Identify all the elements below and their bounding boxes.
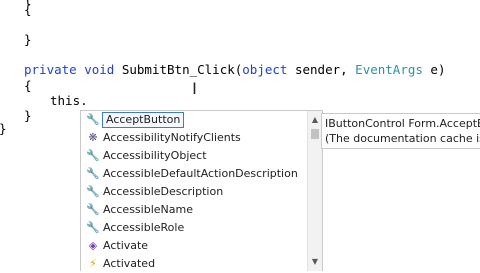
code-line-7[interactable]: } xyxy=(0,121,7,137)
code-line-2[interactable]: } xyxy=(24,32,32,48)
completion-item-label: AccessibleName xyxy=(103,203,193,216)
keyword-void: void xyxy=(84,62,115,77)
completion-item-label: AccessibilityNotifyClients xyxy=(103,131,241,144)
code-line-4[interactable]: { xyxy=(24,78,32,94)
ibeam-cursor-icon: I xyxy=(192,79,197,98)
keyword-object: object xyxy=(242,62,288,77)
wrench-icon: 🔧 xyxy=(86,185,100,198)
completion-item-label: AccessibleDefaultActionDescription xyxy=(103,167,298,180)
completion-list[interactable]: 🔧 AcceptButton ❋ AccessibilityNotifyClie… xyxy=(80,110,323,271)
completion-item-label: AcceptButton xyxy=(102,112,185,128)
completion-item[interactable]: ◈ Activate xyxy=(81,237,307,255)
extension-method-icon: ❋ xyxy=(88,131,98,144)
type-eventargs: EventArgs xyxy=(355,62,423,77)
method-name: SubmitBtn_Click( xyxy=(121,62,243,77)
completion-scrollbar[interactable]: ▲ ▼ xyxy=(307,111,322,271)
quick-info-tooltip: IButtonControl Form.AcceptButt (The docu… xyxy=(321,113,480,149)
code-line-6[interactable]: } xyxy=(24,108,32,124)
wrench-icon: 🔧 xyxy=(86,113,100,126)
code-line-1[interactable]: { xyxy=(24,2,32,18)
wrench-icon: 🔧 xyxy=(86,221,100,234)
completion-item[interactable]: 🔧 AccessibleDescription xyxy=(81,183,307,201)
method-icon: ◈ xyxy=(88,239,98,252)
code-line-3[interactable]: private void SubmitBtn_Click(object send… xyxy=(24,62,445,78)
wrench-icon: 🔧 xyxy=(86,167,100,180)
completion-item[interactable]: ⚡ Activated xyxy=(81,255,307,273)
wrench-icon: 🔧 xyxy=(86,149,100,162)
completion-item[interactable]: ❋ AccessibilityNotifyClients xyxy=(81,129,307,147)
tooltip-signature: IButtonControl Form.AcceptButt xyxy=(325,117,480,130)
keyword-private: private xyxy=(24,62,77,77)
completion-item[interactable]: 🔧 AccessibleRole xyxy=(81,219,307,237)
completion-item[interactable]: 🔧 AccessibleName xyxy=(81,201,307,219)
completion-item-label: AccessibleDescription xyxy=(103,185,224,198)
param-sender: sender, xyxy=(287,62,356,77)
scroll-thumb[interactable] xyxy=(311,129,319,139)
completion-item[interactable]: 🔧 AcceptButton xyxy=(81,111,307,129)
scroll-down-arrow-icon[interactable]: ▼ xyxy=(310,257,320,267)
completion-item-label: Activate xyxy=(103,239,149,252)
wrench-icon: 🔧 xyxy=(86,203,100,216)
completion-item-label: Activated xyxy=(103,257,156,270)
param-e: e) xyxy=(422,62,446,77)
code-line-5[interactable]: this. xyxy=(50,93,88,109)
completion-item-label: AccessibilityObject xyxy=(103,149,207,162)
completion-item-label: AccessibleRole xyxy=(103,221,185,234)
scroll-up-arrow-icon[interactable]: ▲ xyxy=(310,115,320,125)
completion-item[interactable]: 🔧 AccessibleDefaultActionDescription xyxy=(81,165,307,183)
tooltip-documentation: (The documentation cache is st xyxy=(325,132,480,145)
completion-item[interactable]: 🔧 AccessibilityObject xyxy=(81,147,307,165)
